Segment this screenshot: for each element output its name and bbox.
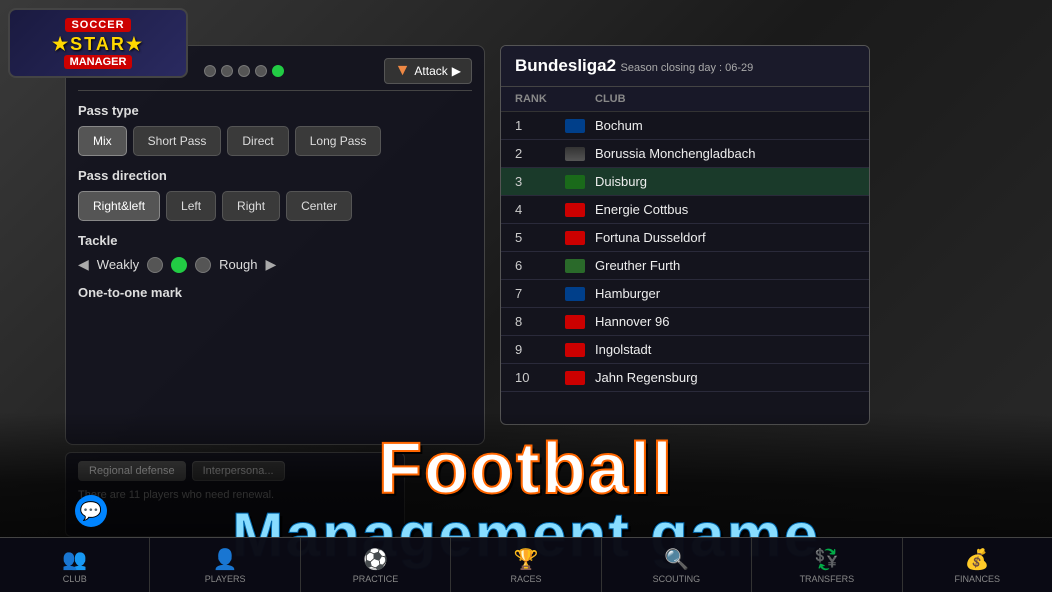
tackle-row: ◀ Weakly Rough ▶ [78,256,472,273]
hannover-flag [565,315,585,329]
tackle-weakly-label: Weakly [97,257,139,272]
bottom-tab-finances[interactable]: 💰 FINANCES [903,538,1052,592]
tackle-dot-1 [147,257,163,273]
table-row: 1 Bochum [501,112,869,140]
players-icon: 👤 [213,547,238,572]
club-icon: 👥 [62,547,87,572]
table-row: 8 Hannover 96 [501,308,869,336]
dots-row [204,65,284,77]
players-label: PLAYERS [205,574,246,584]
one-to-one-label: One-to-one mark [78,285,472,300]
fortuna-flag [565,231,585,245]
table-row: 9 Ingolstadt [501,336,869,364]
tactics-panel: Ta... ▼ Attack ▶ Pass type Mix Short Pas… [65,45,485,445]
pass-long-button[interactable]: Long Pass [295,126,382,156]
tackle-rough-label: Rough [219,257,257,272]
duisburg-flag [565,175,585,189]
bottom-navigation: 👥 CLUB 👤 PLAYERS ⚽ PRACTICE 🏆 RACES 🔍 SC… [0,537,1052,592]
tackle-dot-3 [195,257,211,273]
bundesliga-title: Bundesliga2 [515,56,616,75]
bundesliga-col-headers: RANK CLUB [501,87,869,112]
dot-2 [221,65,233,77]
table-row: 10 Jahn Regensburg [501,364,869,392]
table-row: 4 Energie Cottbus [501,196,869,224]
col-club: CLUB [595,93,855,105]
pass-direction-buttons: Right&left Left Right Center [78,191,472,221]
dir-rightleft-button[interactable]: Right&left [78,191,160,221]
bochum-flag [565,119,585,133]
races-icon: 🏆 [514,547,539,572]
finances-icon: 💰 [965,547,990,572]
dir-left-button[interactable]: Left [166,191,216,221]
bundesliga-subtitle: Season closing day : 06-29 [621,62,754,74]
bm-flag [565,147,585,161]
pass-short-button[interactable]: Short Pass [133,126,222,156]
table-row: 5 Fortuna Dusseldorf [501,224,869,252]
bottom-tab-players[interactable]: 👤 PLAYERS [150,538,300,592]
arrow-down-icon: ▼ [395,62,411,80]
bottom-tab-practice[interactable]: ⚽ PRACTICE [301,538,451,592]
bottom-tab-club[interactable]: 👥 CLUB [0,538,150,592]
scouting-label: SCOUTING [653,574,701,584]
club-label: CLUB [63,574,87,584]
logo-manager-text: MANAGER [64,55,133,69]
practice-icon: ⚽ [363,547,388,572]
races-label: RACES [510,574,541,584]
tackle-right-arrow: ▶ [265,256,276,273]
dir-right-button[interactable]: Right [222,191,280,221]
attack-button[interactable]: ▼ Attack ▶ [384,58,472,84]
pass-mix-button[interactable]: Mix [78,126,127,156]
tackle-dot-2-active [171,257,187,273]
dot-5-active [272,65,284,77]
table-row: 6 Greuther Furth [501,252,869,280]
transfers-label: TRANSFERS [800,574,855,584]
logo-star-text: ★STAR★ [52,34,144,55]
bottom-tab-transfers[interactable]: 💱 TRANSFERS [752,538,902,592]
cottbus-flag [565,203,585,217]
bundesliga-panel: Bundesliga2 Season closing day : 06-29 R… [500,45,870,425]
greuther-flag [565,259,585,273]
bundesliga-header: Bundesliga2 Season closing day : 06-29 [501,46,869,87]
tackle-left-arrow: ◀ [78,256,89,273]
jahn-flag [565,371,585,385]
tackle-label: Tackle [78,233,472,248]
arrow-right-icon: ▶ [452,64,461,78]
hamburger-flag [565,287,585,301]
messenger-symbol: 💬 [80,501,102,522]
pass-type-label: Pass type [78,103,472,118]
dot-3 [238,65,250,77]
practice-label: PRACTICE [353,574,399,584]
app-logo: SOCCER ★STAR★ MANAGER [8,8,188,78]
hero-title-line1: Football [378,433,674,505]
ingolstadt-flag [565,343,585,357]
scouting-icon: 🔍 [664,547,689,572]
logo-soccer-text: SOCCER [65,18,130,32]
transfers-icon: 💱 [814,547,839,572]
dir-center-button[interactable]: Center [286,191,352,221]
table-row: 7 Hamburger [501,280,869,308]
table-row: 2 Borussia Monchengladbach [501,140,869,168]
dot-4 [255,65,267,77]
messenger-icon[interactable]: 💬 [75,495,107,527]
col-icon [565,93,595,105]
pass-direct-button[interactable]: Direct [227,126,288,156]
attack-label: Attack [414,64,447,78]
dot-1 [204,65,216,77]
col-rank: RANK [515,93,565,105]
table-row-highlighted: 3 Duisburg [501,168,869,196]
pass-direction-label: Pass direction [78,168,472,183]
bottom-tab-races[interactable]: 🏆 RACES [451,538,601,592]
bottom-tab-scouting[interactable]: 🔍 SCOUTING [602,538,752,592]
pass-type-buttons: Mix Short Pass Direct Long Pass [78,126,472,156]
finances-label: FINANCES [954,574,1000,584]
